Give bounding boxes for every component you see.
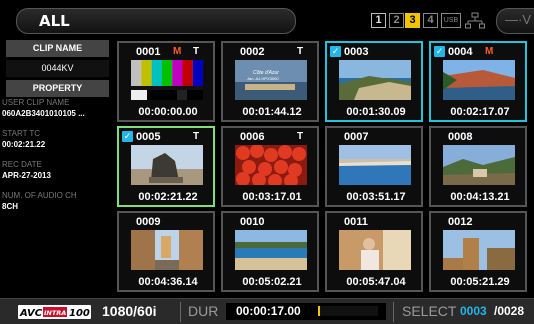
clip-thumbnail-0007[interactable]: 0007 00:03:51.17 xyxy=(325,126,423,207)
clip-thumbnail-0003[interactable]: ✓ 0003 00:01:30.09 xyxy=(325,41,423,122)
thumbnail-image xyxy=(235,230,307,270)
selected-count: 0003 xyxy=(460,304,487,318)
clip-thumbnail-0005[interactable]: ✓ 0005 T 00:02:21.22 xyxy=(117,126,215,207)
checkmark-icon[interactable]: ✓ xyxy=(122,131,133,142)
thumbnail-image xyxy=(235,145,307,185)
clip-thumbnail-0001[interactable]: 0001 M T 00:00:00.00 xyxy=(117,41,215,122)
top-bar: ALL 1 2 3 4 USB —·V xyxy=(0,0,534,36)
clip-number: 0009 xyxy=(136,216,161,228)
thumbnail-image xyxy=(131,230,203,270)
text-memo-indicator: T xyxy=(297,46,304,57)
clip-duration: 00:03:51.17 xyxy=(346,191,406,203)
clip-thumbnail-0010[interactable]: 0010 00:05:02.21 xyxy=(221,211,319,292)
filter-tab-all[interactable]: ALL xyxy=(16,8,296,34)
rec-date-label: REC DATE xyxy=(2,160,42,169)
duration-progress-fill xyxy=(318,306,320,316)
clip-thumbnail-0008[interactable]: 0008 00:04:13.21 xyxy=(429,126,527,207)
slot-1-indicator[interactable]: 1 xyxy=(371,13,386,28)
checkmark-icon[interactable]: ✓ xyxy=(434,46,445,57)
clip-thumbnail-0004[interactable]: ✓ 0004 M 00:02:17.07 xyxy=(429,41,527,122)
network-icon[interactable] xyxy=(465,12,485,30)
svg-text:Jan. AJ-HPX3000: Jan. AJ-HPX3000 xyxy=(247,76,279,81)
clip-duration: 00:05:47.04 xyxy=(346,276,406,288)
audio-ch-label: NUM. OF AUDIO CH xyxy=(2,191,77,200)
thumbnail-image xyxy=(443,230,515,270)
slot-4-indicator[interactable]: 4 xyxy=(423,13,438,28)
clip-duration: 00:05:21.29 xyxy=(450,276,510,288)
slot-3-indicator[interactable]: 3 xyxy=(405,13,420,28)
codec-intra-text: INTRA xyxy=(44,309,66,317)
thumbnail-image xyxy=(443,145,515,185)
shot-mark-indicator: M xyxy=(485,46,494,57)
clip-duration: 00:00:00.00 xyxy=(138,106,198,118)
codec-num-text: 100 xyxy=(69,308,90,319)
clip-number: 0002 xyxy=(240,46,265,58)
clip-thumbnail-0002[interactable]: 0002 T Côte d'Azur Jan. AJ-HPX3000 00:01:44.… xyxy=(221,41,319,122)
video-format: 1080/60i xyxy=(102,303,157,319)
thumbnail-image xyxy=(339,60,411,100)
clip-number: 0001 xyxy=(136,46,161,58)
slot-2-indicator[interactable]: 2 xyxy=(389,13,404,28)
clip-thumbnail-0012[interactable]: 0012 00:05:21.29 xyxy=(429,211,527,292)
clip-duration: 00:02:21.22 xyxy=(138,191,198,203)
duration-progress-track xyxy=(320,306,378,316)
usb-icon[interactable]: USB xyxy=(441,13,461,28)
clip-duration: 00:05:02.21 xyxy=(242,276,302,288)
clip-thumbnail-0009[interactable]: 0009 00:04:36.14 xyxy=(117,211,215,292)
rec-date-value: APR-27-2013 xyxy=(2,171,51,180)
user-clip-name-value: 060A2B3401010105 ... xyxy=(2,109,85,118)
thumbnail-image xyxy=(443,60,515,100)
clip-number: 0005 xyxy=(136,131,161,143)
text-memo-indicator: T xyxy=(297,131,304,142)
clip-duration: 00:02:17.07 xyxy=(450,106,510,118)
clip-name-value: 0044KV xyxy=(6,60,109,77)
select-label: SELECT xyxy=(402,303,457,319)
clip-number: 0012 xyxy=(448,216,473,228)
shot-mark-indicator: M xyxy=(173,46,182,57)
text-memo-indicator: T xyxy=(193,131,200,142)
divider xyxy=(180,302,181,322)
duration-label: DUR xyxy=(188,303,219,319)
avc-intra-logo: AVC INTRA 100 xyxy=(18,305,91,319)
clip-duration: 00:03:17.01 xyxy=(242,191,302,203)
clip-duration: 00:04:13.21 xyxy=(450,191,510,203)
clip-thumbnail-0006[interactable]: 0006 T 00:03:17.01 xyxy=(221,126,319,207)
clip-duration: 00:01:44.12 xyxy=(242,106,302,118)
clip-number: 0004 xyxy=(448,46,473,58)
clip-info-panel: CLIP NAME 0044KV PROPERTY USER CLIP NAME… xyxy=(0,40,115,298)
clip-number: 0008 xyxy=(448,131,473,143)
text-memo-indicator: T xyxy=(193,46,200,57)
clip-duration: 00:04:36.14 xyxy=(138,276,198,288)
thumbnail-image xyxy=(131,145,203,185)
status-bar: AVC INTRA 100 1080/60i DUR 00:00:17.00 S… xyxy=(0,298,534,324)
clip-number: 0007 xyxy=(344,131,369,143)
clip-number: 0003 xyxy=(344,46,369,58)
codec-avc-text: AVC xyxy=(19,308,43,319)
total-count: /0028 xyxy=(494,304,525,318)
thumbnail-image xyxy=(339,230,411,270)
start-tc-label: START TC xyxy=(2,129,41,138)
clip-number: 0010 xyxy=(240,216,265,228)
audio-ch-value: 8CH xyxy=(2,202,19,211)
clip-thumbnail-0011[interactable]: 0011 00:05:47.04 xyxy=(325,211,423,292)
thumbnail-image xyxy=(339,145,411,185)
divider xyxy=(393,302,394,322)
clip-duration: 00:01:30.09 xyxy=(346,106,406,118)
checkmark-icon[interactable]: ✓ xyxy=(330,46,341,57)
clip-thumbnail-grid: 0001 M T 00:00:00.00 0002 T Côte d'Azur Jan. AJ… xyxy=(117,41,531,292)
view-mode-tab[interactable]: —·V xyxy=(496,8,534,34)
clip-number: 0006 xyxy=(240,131,265,143)
clip-name-header: CLIP NAME xyxy=(6,40,109,57)
start-tc-value: 00:02:21.22 xyxy=(2,140,46,149)
user-clip-name-label: USER CLIP NAME xyxy=(2,98,70,107)
clip-number: 0011 xyxy=(344,216,368,228)
property-header[interactable]: PROPERTY xyxy=(6,80,109,97)
thumbnail-image: Côte d'Azur Jan. AJ-HPX3000 xyxy=(235,60,307,100)
thumbnail-image xyxy=(131,60,203,100)
